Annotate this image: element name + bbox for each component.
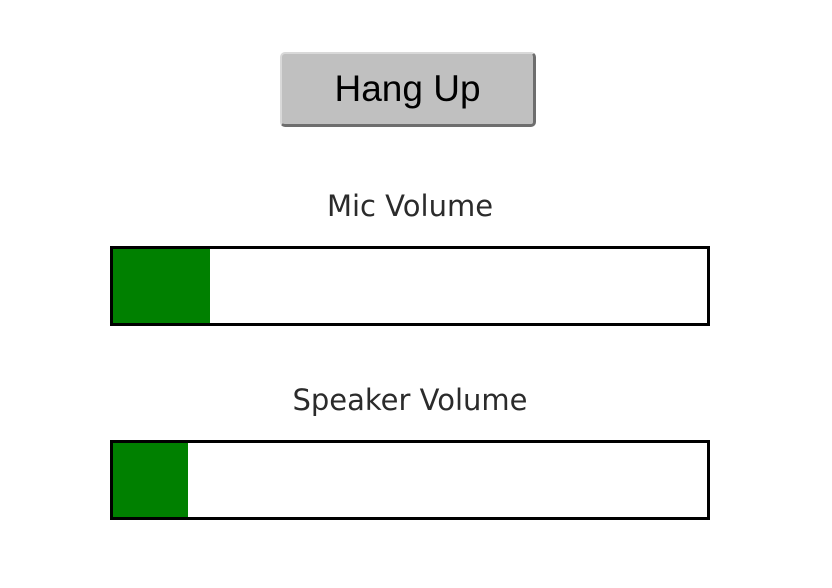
speaker-volume-level-fill	[113, 443, 188, 517]
hang-up-button[interactable]: Hang Up	[280, 52, 536, 127]
mic-volume-meter	[110, 246, 710, 326]
mic-volume-level-fill	[113, 249, 210, 323]
speaker-volume-meter	[110, 440, 710, 520]
mic-volume-label: Mic Volume	[326, 189, 494, 223]
speaker-volume-label: Speaker Volume	[292, 383, 528, 417]
